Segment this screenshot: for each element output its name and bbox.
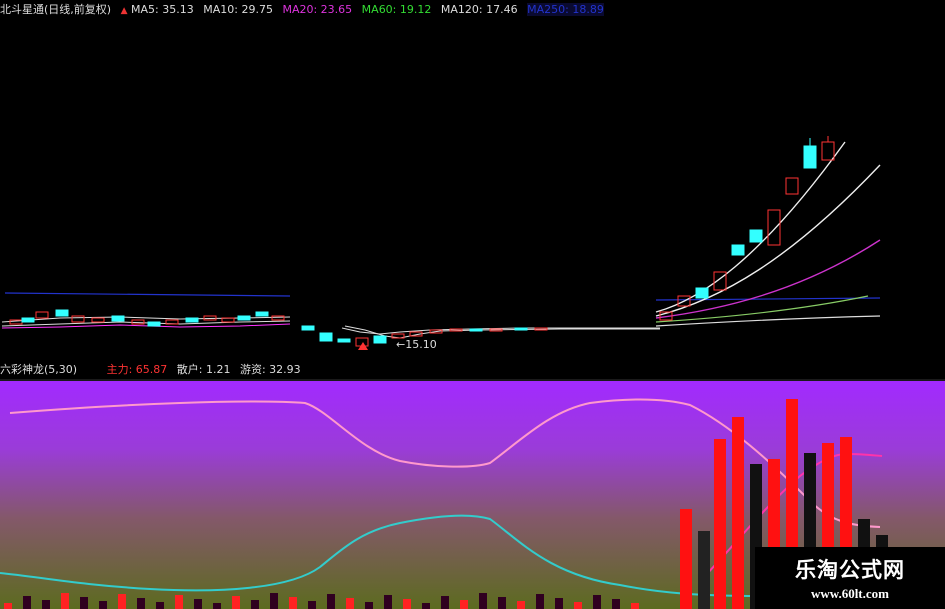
histogram-bar [251, 600, 259, 609]
sanhu-label: 散户: 1.21 [176, 363, 231, 376]
candle [185, 317, 199, 323]
histogram-bar [61, 593, 69, 609]
histogram-bar [631, 603, 639, 609]
zhuli-label: 主力: 65.87 [106, 363, 168, 376]
histogram-bar [23, 596, 31, 609]
candle [271, 315, 285, 321]
price-legend: 北斗星通(日线,前复权) ▲ MA5: 35.13 MA10: 29.75 MA… [0, 0, 610, 20]
histogram-bar [137, 598, 145, 609]
histogram-bar [441, 596, 449, 609]
ma10-label: MA10: 29.75 [203, 3, 273, 16]
youzi-label: 游资: 32.93 [239, 363, 301, 376]
histogram-bar [479, 593, 487, 609]
candle [821, 141, 835, 161]
candle [803, 145, 817, 169]
candle [731, 244, 745, 256]
histogram-bar [536, 594, 544, 609]
histogram-bar [384, 595, 392, 609]
candle [695, 287, 709, 299]
candle [111, 315, 125, 322]
ma250-line [4, 292, 291, 297]
histogram-bar [175, 595, 183, 609]
candle [91, 317, 105, 323]
low-price-marker: ←15.10 [396, 338, 437, 351]
histogram-bar [99, 601, 107, 609]
histogram-bar [156, 602, 164, 609]
histogram-bar [422, 603, 430, 609]
histogram-bar [698, 531, 710, 609]
sanhu-line [0, 514, 761, 597]
candle [514, 327, 528, 331]
watermark-url: www.60lt.com [811, 586, 889, 601]
histogram-bar [346, 598, 354, 609]
histogram-bar [498, 597, 506, 609]
histogram-bar [270, 593, 278, 609]
histogram-bar [194, 599, 202, 609]
histogram-bar [42, 600, 50, 609]
histogram-bar [732, 417, 744, 609]
histogram-bar [213, 603, 221, 609]
histogram-bar [327, 594, 335, 609]
candle [55, 309, 69, 317]
candle [319, 332, 333, 342]
price-chart[interactable]: ←15.10 [0, 0, 945, 380]
indicator-legend: 六彩神龙(5,30) 主力: 65.87 散户: 1.21 游资: 32.93 [0, 362, 307, 378]
candle [237, 315, 251, 321]
histogram-bar [403, 599, 411, 609]
candle [255, 311, 269, 317]
candle [147, 321, 161, 327]
ma20-label: MA20: 23.65 [282, 3, 353, 16]
histogram-bar [714, 439, 726, 609]
watermark: 乐淘公式网 www.60lt.com [755, 547, 945, 609]
candle [749, 229, 763, 243]
histogram-bar [460, 600, 468, 609]
watermark-title: 乐淘公式网 [795, 557, 905, 582]
histogram-bar [612, 599, 620, 609]
histogram-bar [680, 509, 692, 609]
candle [767, 209, 781, 246]
candle [71, 315, 85, 323]
candle [35, 311, 49, 319]
histogram-bar [4, 603, 12, 609]
candle [21, 317, 35, 323]
histogram-bar [118, 594, 126, 609]
histogram-bar [308, 601, 316, 609]
ma120-label: MA120: 17.46 [440, 3, 518, 16]
ma5-line [655, 141, 846, 313]
candle [373, 335, 387, 344]
candle [785, 177, 799, 195]
stock-title: 北斗星通(日线,前复权) [0, 3, 112, 16]
up-arrow-icon: ▲ [120, 6, 128, 16]
histogram-bar [80, 597, 88, 609]
youzi-line [9, 398, 881, 528]
histogram-bar [365, 602, 373, 609]
ma60-label: MA60: 19.12 [361, 3, 432, 16]
candle [337, 338, 351, 343]
histogram-bar [289, 597, 297, 609]
histogram-bar [574, 602, 582, 609]
candle [301, 325, 315, 331]
indicator-title: 六彩神龙(5,30) [0, 363, 78, 376]
stock-chart-window: ←15.10 北斗星通(日线,前复权) ▲ MA5: 35.13 MA10: 2… [0, 0, 945, 609]
histogram-bar [517, 601, 525, 609]
candle [469, 328, 483, 332]
histogram-bar [593, 595, 601, 609]
histogram-bar [232, 596, 240, 609]
ma5-label: MA5: 35.13 [131, 3, 194, 16]
ma120-line [655, 315, 881, 327]
ma250-label: MA250: 18.89 [527, 3, 604, 16]
histogram-bar [555, 598, 563, 609]
